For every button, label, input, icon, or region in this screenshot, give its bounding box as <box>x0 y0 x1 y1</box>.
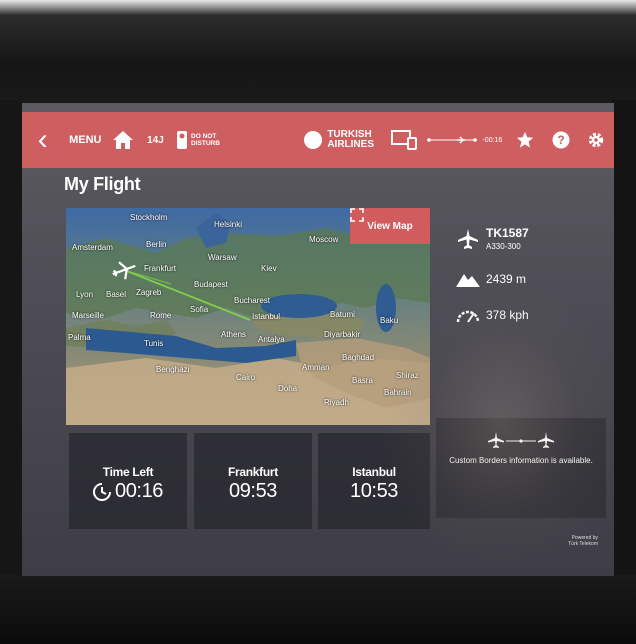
city-label: Zagreb <box>136 288 162 297</box>
powered-by-line2: Türk Telekom <box>568 541 598 547</box>
device-pairing-button[interactable] <box>383 130 427 150</box>
city-label: Moscow <box>309 235 339 244</box>
destination-city: Istanbul <box>352 465 396 479</box>
aircraft-type: A330-300 <box>486 242 521 251</box>
route-planes-icon <box>488 432 554 448</box>
customs-borders-panel[interactable]: Custom Borders information is available. <box>436 418 606 518</box>
view-map-button[interactable]: View Map <box>350 208 430 244</box>
city-label: Bucharest <box>234 296 271 305</box>
bird-logo-icon <box>304 131 323 149</box>
time-left-panel: Time Left 00:16 <box>69 433 187 529</box>
city-label: Athens <box>221 330 246 339</box>
origin-city: Frankfurt <box>228 465 278 479</box>
city-label: Budapest <box>194 280 228 289</box>
mountain-icon <box>456 274 480 287</box>
flight-map[interactable]: Stockholm Helsinki Amsterdam Berlin Wars… <box>66 208 430 425</box>
airline-name: TURKISH AIRLINES <box>327 130 374 150</box>
city-label: Amsterdam <box>72 243 113 252</box>
star-icon <box>516 131 534 148</box>
turkish-airlines-logo: TURKISH AIRLINES <box>296 130 383 150</box>
view-map-label: View Map <box>367 220 413 232</box>
airline-name-line2: AIRLINES <box>327 139 374 150</box>
expand-icon <box>350 208 364 222</box>
city-label: Lyon <box>76 290 94 299</box>
city-label: Tunis <box>144 339 164 348</box>
city-label: Amman <box>302 363 330 372</box>
gear-icon <box>589 132 604 148</box>
settings-button[interactable] <box>578 131 614 149</box>
help-icon: ? <box>552 131 570 149</box>
dnd-label: DO NOT DISTURB <box>191 133 220 147</box>
speed-value: 378 kph <box>486 308 529 322</box>
city-label: Benghazi <box>156 365 190 374</box>
city-label: Frankfurt <box>144 264 177 273</box>
favorites-button[interactable] <box>507 131 543 149</box>
screen-bezel-left <box>0 100 22 580</box>
back-button[interactable]: ‹ <box>22 112 64 168</box>
do-not-disturb-button[interactable]: DO NOT DISTURB <box>172 130 223 150</box>
city-label: Doha <box>278 384 298 393</box>
airplane-icon <box>458 228 478 249</box>
clock-icon <box>93 482 111 501</box>
city-label: Riyadh <box>324 398 349 407</box>
customs-borders-info: Custom Borders information is available. <box>449 456 593 465</box>
city-label: Istanbul <box>252 312 281 321</box>
screen-bezel-top <box>0 0 636 110</box>
city-label: Marseille <box>72 311 105 320</box>
menu-button[interactable]: MENU <box>64 134 108 146</box>
flight-number-row: TK1587 A330-300 <box>450 226 529 251</box>
flight-progress-icon <box>427 136 477 144</box>
time-left-value: 00:16 <box>114 480 164 502</box>
city-label: Basel <box>106 290 127 299</box>
time-left-label: Time Left <box>102 465 154 479</box>
origin-time: 09:53 <box>228 480 278 502</box>
time-to-destination: -00:16 <box>482 136 503 144</box>
flight-progress-mini <box>426 135 477 145</box>
city-label: Bahrain <box>384 388 412 397</box>
city-label: Stockholm <box>130 213 168 222</box>
dnd-label-line1: DO NOT <box>191 133 217 140</box>
city-label: Basra <box>352 376 373 385</box>
city-label: Shiraz <box>396 371 419 380</box>
powered-by-label: Powered by Türk Telekom <box>568 535 598 547</box>
city-label: Helsinki <box>214 220 243 229</box>
seat-number: 14J <box>147 134 164 146</box>
city-label: Kiev <box>261 264 277 273</box>
city-label: Cairo <box>236 373 256 382</box>
city-label: Berlin <box>146 240 167 249</box>
time-left-value-row: 00:16 <box>69 480 187 503</box>
city-label: Batumi <box>330 310 355 319</box>
altitude-row: 2439 m <box>450 271 526 287</box>
city-label: Warsaw <box>208 253 237 262</box>
speed-row: 378 kph <box>450 307 529 323</box>
city-label: Sofia <box>190 305 209 314</box>
ife-screen: ‹ MENU 14J DO NOT DISTURB TURKISH AIRLIN… <box>22 103 614 576</box>
dnd-icon <box>177 131 188 149</box>
destination-time: 10:53 <box>349 480 399 502</box>
screen-bezel-right <box>612 100 636 580</box>
destination-panel: Istanbul 10:53 <box>318 433 430 529</box>
altitude-value: 2439 m <box>486 272 527 286</box>
dnd-label-line2: DISTURB <box>191 140 220 147</box>
city-label: Palma <box>68 333 91 342</box>
chevron-left-icon: ‹ <box>37 123 48 156</box>
page-title: My Flight <box>64 174 141 194</box>
svg-text:?: ? <box>557 133 564 147</box>
screen-bezel-bottom <box>0 575 636 644</box>
speedometer-icon <box>456 310 480 323</box>
city-label: Antalya <box>258 335 285 344</box>
home-icon <box>112 131 133 149</box>
top-bar: ‹ MENU 14J DO NOT DISTURB TURKISH AIRLIN… <box>22 112 614 168</box>
city-label: Baghdad <box>342 353 375 362</box>
origin-panel: Frankfurt 09:53 <box>194 433 312 529</box>
flight-number: TK1587 <box>486 226 529 240</box>
screen-pairing-icon <box>391 130 418 150</box>
city-label: Diyarbakir <box>324 330 361 339</box>
city-label: Baku <box>380 316 399 325</box>
help-button[interactable]: ? <box>543 131 579 149</box>
city-label: Rome <box>150 311 172 320</box>
home-button[interactable] <box>107 131 139 149</box>
